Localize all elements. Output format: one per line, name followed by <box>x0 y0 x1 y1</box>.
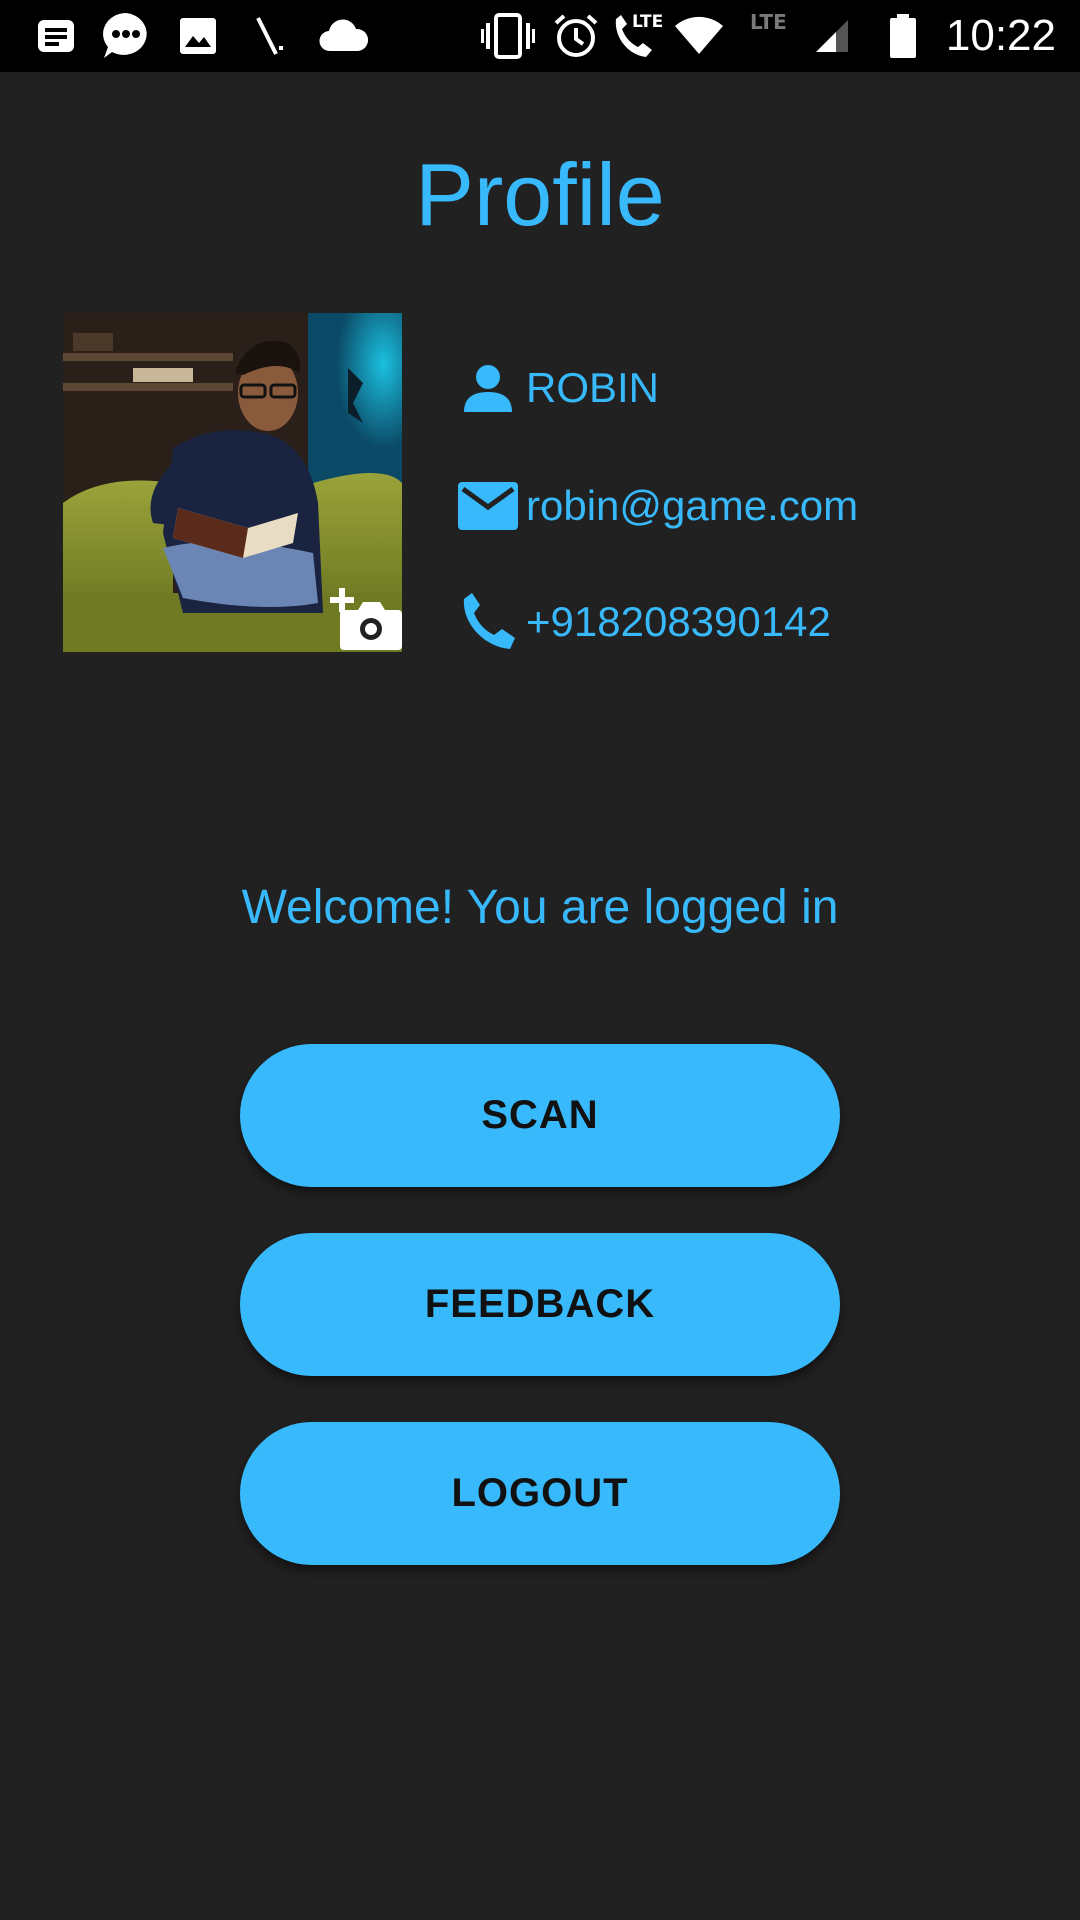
svg-text:LTE: LTE <box>632 12 663 32</box>
profile-name: ROBIN <box>526 364 660 411</box>
feedback-button[interactable]: FEEDBACK <box>240 1233 840 1376</box>
email-row: robin@game.com <box>456 466 858 546</box>
phone-icon <box>456 590 520 654</box>
volte-call-icon: LTE <box>610 10 668 62</box>
vibrate-icon <box>480 10 536 62</box>
lte-icon: LTE <box>750 10 787 34</box>
profile-phone: +918208390142 <box>526 598 831 645</box>
scan-button[interactable]: SCAN <box>240 1044 840 1187</box>
cloud-icon <box>316 10 370 62</box>
gallery-icon <box>176 10 220 62</box>
profile-email: robin@game.com <box>526 482 859 529</box>
phone-row: +918208390142 <box>456 582 831 662</box>
status-time: 10:22 <box>945 11 1056 60</box>
welcome-message: Welcome! You are logged in <box>241 881 839 934</box>
logout-button[interactable]: LOGOUT <box>240 1422 840 1565</box>
battery-icon <box>888 10 918 62</box>
status-bar: LTE LTE 10:22 <box>0 0 1080 72</box>
person-icon <box>456 356 520 420</box>
name-row: ROBIN <box>456 348 659 428</box>
alarm-icon <box>552 10 600 62</box>
messages-icon <box>98 10 154 62</box>
wand-icon <box>246 10 290 62</box>
page-title: Profile <box>415 145 665 244</box>
notes-icon <box>34 10 78 62</box>
signal-icon <box>812 10 852 62</box>
mail-icon <box>456 474 520 538</box>
wifi-icon <box>672 10 726 62</box>
add-photo-icon[interactable] <box>330 584 402 650</box>
